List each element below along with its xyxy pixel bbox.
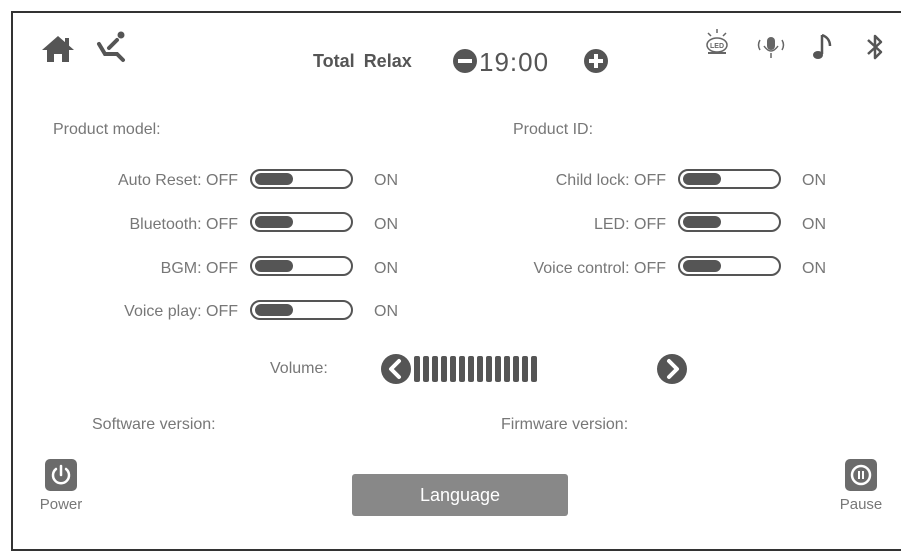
home-icon[interactable] [40,34,76,64]
bgm-toggle[interactable] [250,256,353,276]
volume-segment [423,356,429,382]
software-version-label: Software version: [92,416,216,433]
bgm-on-label: ON [374,260,398,277]
led-on-label: ON [802,216,826,233]
timer-increase-button[interactable] [584,49,608,73]
bluetooth-off-label: OFF [206,216,238,233]
voice-play-setting: Voice play: OFF [60,303,238,321]
auto-reset-label: Auto Reset: [117,172,202,189]
bluetooth-label: Bluetooth: [129,216,202,233]
voice-control-setting: Voice control: OFF [470,260,666,278]
bluetooth-toggle[interactable] [250,212,353,232]
volume-segment [531,356,537,382]
mode-title-part1: Total [313,51,355,71]
toggle-knob [683,260,721,272]
voice-play-off-label: OFF [206,303,238,320]
mode-title-part2: Relax [363,51,412,71]
toggle-knob [255,304,293,316]
bluetooth-icon[interactable] [864,32,886,62]
volume-segment [522,356,528,382]
led-icon[interactable]: LED [704,28,730,58]
toggle-knob [255,173,293,185]
mode-title: Total Relax [313,51,412,72]
screen-frame [11,11,901,551]
auto-reset-toggle[interactable] [250,169,353,189]
power-label: Power [39,496,83,513]
voice-play-label: Voice play: [124,303,202,320]
voice-icon[interactable] [756,34,786,60]
led-toggle[interactable] [678,212,781,232]
auto-reset-off-label: OFF [206,172,238,189]
volume-segment [432,356,438,382]
child-lock-off-label: OFF [634,172,666,189]
voice-control-off-label: OFF [634,260,666,277]
pause-control[interactable]: Pause [833,459,889,513]
volume-segment [441,356,447,382]
pause-button[interactable] [845,459,877,491]
voice-control-on-label: ON [802,260,826,277]
volume-segment [414,356,420,382]
power-button[interactable] [45,459,77,491]
child-lock-label: Child lock: [555,172,630,189]
timer-display: 19:00 [479,47,550,77]
volume-segment [504,356,510,382]
voice-control-toggle[interactable] [678,256,781,276]
volume-segment [495,356,501,382]
product-model-label: Product model: [53,121,161,138]
bgm-off-label: OFF [206,260,238,277]
product-id-label: Product ID: [513,121,594,138]
pause-label: Pause [839,496,883,513]
led-label: LED: [593,216,630,233]
child-lock-on-label: ON [802,172,826,189]
volume-segment [450,356,456,382]
voice-play-toggle[interactable] [250,300,353,320]
led-setting: LED: OFF [470,216,666,234]
volume-level-bar[interactable] [414,356,537,382]
pause-icon [850,464,872,486]
auto-reset-setting: Auto Reset: OFF [60,172,238,190]
voice-control-label: Voice control: [533,260,630,277]
volume-down-button[interactable] [381,354,411,384]
power-icon [51,464,71,485]
toggle-knob [683,216,721,228]
recline-icon[interactable] [95,30,129,64]
volume-segment [459,356,465,382]
led-off-label: OFF [634,216,666,233]
voice-play-on-label: ON [374,303,398,320]
firmware-version-label: Firmware version: [501,416,629,433]
bluetooth-setting: Bluetooth: OFF [60,216,238,234]
volume-segment [486,356,492,382]
timer-decrease-button[interactable] [453,49,477,73]
toggle-knob [683,173,721,185]
bgm-label: BGM: [160,260,202,277]
toggle-knob [255,260,293,272]
child-lock-toggle[interactable] [678,169,781,189]
music-icon[interactable] [812,32,834,62]
child-lock-setting: Child lock: OFF [470,172,666,190]
volume-label: Volume: [270,360,328,377]
svg-text:LED: LED [710,43,724,50]
bluetooth-on-label: ON [374,216,398,233]
volume-segment [513,356,519,382]
volume-segment [477,356,483,382]
auto-reset-on-label: ON [374,172,398,189]
bgm-setting: BGM: OFF [60,260,238,278]
toggle-knob [255,216,293,228]
volume-up-button[interactable] [657,354,687,384]
power-control[interactable]: Power [35,459,87,513]
language-button[interactable]: Language [352,474,568,516]
volume-segment [468,356,474,382]
